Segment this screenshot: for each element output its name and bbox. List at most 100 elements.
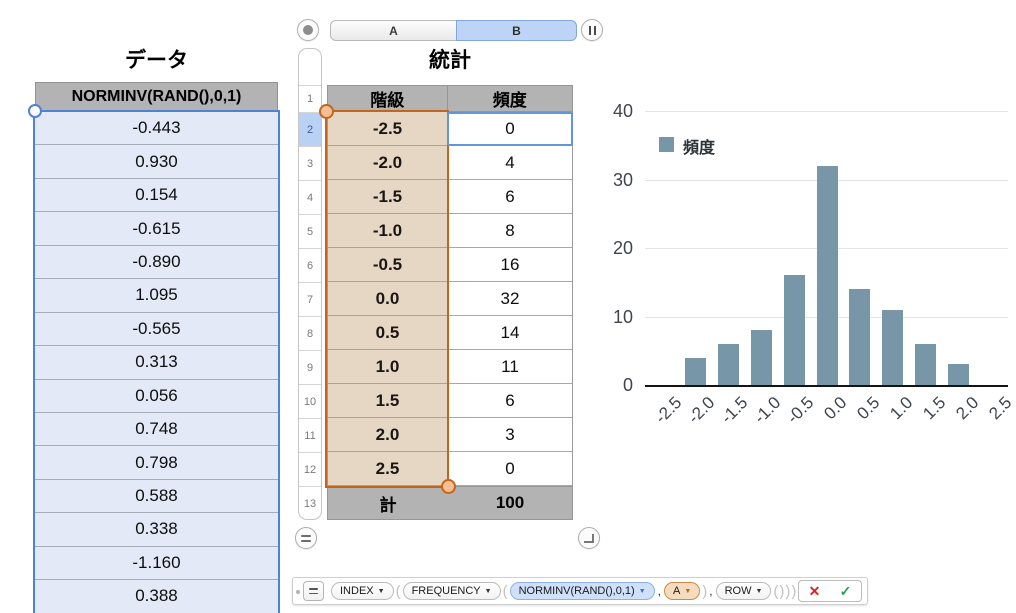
row-number[interactable]: 6 xyxy=(299,249,321,283)
data-cell[interactable]: -0.615 xyxy=(35,212,278,246)
gridline xyxy=(645,179,1008,181)
formula-bar-drag-dot[interactable] xyxy=(296,590,300,594)
bin-cell[interactable]: -2.5 xyxy=(328,112,448,146)
column-header-b[interactable]: B xyxy=(456,20,577,41)
row-number[interactable]: 2 xyxy=(299,113,321,147)
data-cell[interactable]: 0.748 xyxy=(35,412,278,447)
data-cell[interactable]: 0.588 xyxy=(35,479,278,514)
bin-cell[interactable]: -1.0 xyxy=(328,214,448,248)
stats-table-footer: 計 100 xyxy=(327,486,573,520)
data-cell[interactable]: -1.160 xyxy=(35,546,278,581)
freq-cell[interactable]: 11 xyxy=(448,350,572,384)
bin-cell[interactable]: 0.0 xyxy=(328,282,448,316)
accept-formula-button[interactable]: ✓ xyxy=(830,581,861,601)
data-cell[interactable]: -0.890 xyxy=(35,245,278,280)
bin-cell[interactable]: 1.5 xyxy=(328,384,448,418)
data-table-header-cell[interactable]: NORMINV(RAND(),0,1) xyxy=(35,82,278,112)
data-cell[interactable]: -0.443 xyxy=(35,112,278,146)
chart-bar[interactable] xyxy=(849,289,871,385)
data-cell[interactable]: 0.056 xyxy=(35,379,278,413)
add-column-icon xyxy=(588,25,596,35)
freq-cell[interactable]: 14 xyxy=(448,316,572,350)
bin-cell[interactable]: -0.5 xyxy=(328,248,448,282)
data-cell[interactable]: 0.798 xyxy=(35,446,278,480)
column-header-a[interactable]: A xyxy=(330,20,457,41)
x-tick-label: -1.5 xyxy=(717,393,752,428)
formula-function-token[interactable]: A ▼ xyxy=(663,582,701,600)
chart-bar[interactable] xyxy=(948,364,970,385)
cancel-formula-button[interactable]: ✕ xyxy=(799,581,830,601)
formula-function-token[interactable]: INDEX ▼ xyxy=(331,582,394,600)
freq-cell[interactable]: 16 xyxy=(448,248,572,282)
data-cell[interactable]: 0.154 xyxy=(35,178,278,213)
table-row: 1.5 6 xyxy=(328,384,572,418)
freq-column-header[interactable]: 頻度 xyxy=(448,86,572,111)
freq-cell[interactable]: 6 xyxy=(448,180,572,214)
row-number[interactable]: 8 xyxy=(299,317,321,351)
chart-bar[interactable] xyxy=(717,343,739,385)
row-number[interactable]: 13 xyxy=(299,487,321,519)
row-number[interactable]: 9 xyxy=(299,351,321,385)
chart-bar[interactable] xyxy=(684,357,706,385)
chart-bar[interactable] xyxy=(783,275,805,385)
add-column-button[interactable] xyxy=(581,19,603,41)
freq-cell[interactable]: 8 xyxy=(448,214,572,248)
blue-range-handle[interactable] xyxy=(28,104,42,118)
data-cell[interactable]: 0.930 xyxy=(35,145,278,179)
token-label: INDEX xyxy=(340,585,374,597)
footer-total-cell[interactable]: 100 xyxy=(448,487,572,519)
table-resize-button[interactable] xyxy=(578,527,600,549)
formula-editor-bar[interactable]: INDEX ▼(FREQUENCY ▼(NORMINV(RAND(),0,1) ▼, A… xyxy=(292,577,868,605)
add-row-button[interactable] xyxy=(295,527,317,549)
data-cell[interactable]: 1.095 xyxy=(35,279,278,313)
freq-cell[interactable]: 0 xyxy=(448,112,572,146)
row-number[interactable]: 12 xyxy=(299,453,321,487)
freq-cell[interactable]: 6 xyxy=(448,384,572,418)
bin-cell[interactable]: 1.0 xyxy=(328,350,448,384)
row-number[interactable]: 10 xyxy=(299,385,321,419)
data-cell[interactable]: -0.565 xyxy=(35,312,278,347)
bin-cell[interactable]: 2.0 xyxy=(328,418,448,452)
bin-cell[interactable]: 0.5 xyxy=(328,316,448,350)
bins-column-header[interactable]: 階級 xyxy=(328,86,448,111)
add-row-icon xyxy=(301,534,311,542)
chevron-down-icon: ▼ xyxy=(377,588,385,595)
freq-cell[interactable]: 3 xyxy=(448,418,572,452)
row-number[interactable]: 4 xyxy=(299,181,321,215)
bin-cell[interactable]: 2.5 xyxy=(328,452,448,486)
row-number[interactable]: 7 xyxy=(299,283,321,317)
x-tick-label: -0.5 xyxy=(783,393,818,428)
table-row: -0.5 16 xyxy=(328,248,572,282)
y-tick-label: 20 xyxy=(612,238,633,258)
chart-bar[interactable] xyxy=(816,165,838,385)
chart-bar[interactable] xyxy=(915,343,937,385)
formula-function-token[interactable]: FREQUENCY ▼ xyxy=(402,582,501,600)
freq-cell[interactable]: 0 xyxy=(448,452,572,486)
formula-function-token[interactable]: NORMINV(RAND(),0,1) ▼ xyxy=(509,582,655,600)
formula-paren: ) xyxy=(702,582,708,600)
table-handle-button[interactable] xyxy=(297,19,319,41)
bin-cell[interactable]: -1.5 xyxy=(328,180,448,214)
formula-comma: , xyxy=(657,584,661,598)
row-number[interactable]: 1 xyxy=(299,86,321,113)
footer-label-cell[interactable]: 計 xyxy=(328,487,448,519)
table-row: -1.5 6 xyxy=(328,180,572,214)
formula-menu-button[interactable] xyxy=(303,581,324,601)
data-cell[interactable]: 0.388 xyxy=(35,580,278,613)
data-cell[interactable]: 0.338 xyxy=(35,513,278,547)
x-axis-line xyxy=(645,385,1008,387)
row-number[interactable]: 11 xyxy=(299,419,321,453)
bin-cell[interactable]: -2.0 xyxy=(328,146,448,180)
table-handle-icon xyxy=(303,25,313,35)
row-number[interactable]: 5 xyxy=(299,215,321,249)
chart-bar[interactable] xyxy=(882,309,904,385)
freq-cell[interactable]: 32 xyxy=(448,282,572,316)
data-cell[interactable]: 0.313 xyxy=(35,346,278,380)
table-row: 0.0 32 xyxy=(328,282,572,316)
formula-paren: ) xyxy=(785,582,791,600)
formula-function-token[interactable]: ROW ▼ xyxy=(715,582,772,600)
token-label: FREQUENCY xyxy=(411,585,481,597)
row-number[interactable]: 3 xyxy=(299,147,321,181)
freq-cell[interactable]: 4 xyxy=(448,146,572,180)
chart-bar[interactable] xyxy=(750,330,772,385)
